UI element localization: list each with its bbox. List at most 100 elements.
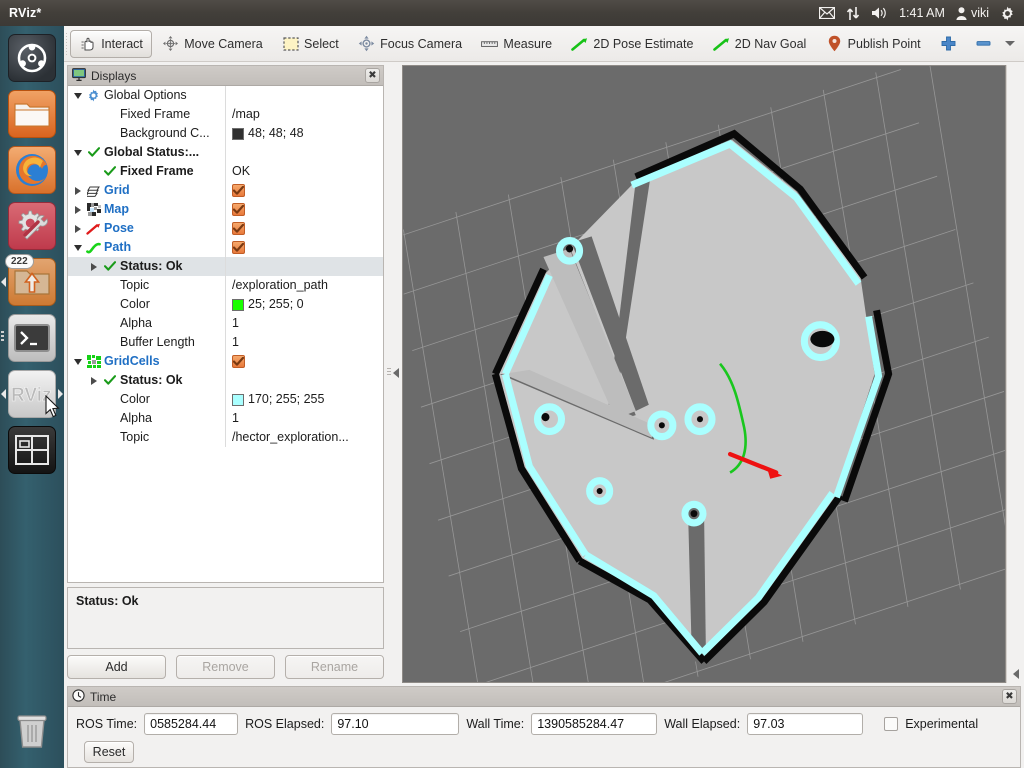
panel-splitter[interactable]	[384, 62, 402, 683]
display-row-name-cell[interactable]: Path	[68, 238, 226, 257]
ros-time-input[interactable]: 0585284.44	[144, 713, 239, 735]
time-close-icon[interactable]: ✖	[1002, 689, 1017, 704]
display-row-name-cell[interactable]: Topic	[68, 428, 226, 447]
display-row-value-cell[interactable]	[226, 184, 383, 197]
display-row-value-cell[interactable]: /exploration_path	[226, 276, 383, 295]
experimental-checkbox[interactable]	[884, 717, 899, 731]
3d-view[interactable]	[402, 65, 1006, 683]
gear-icon[interactable]	[1000, 6, 1015, 21]
expand-toggle-icon[interactable]	[72, 205, 83, 214]
display-row-status-ok[interactable]: Status: Ok	[68, 257, 383, 276]
display-row-name-cell[interactable]: Color	[68, 390, 226, 409]
tool-move-camera[interactable]: Move Camera	[153, 30, 272, 58]
display-row-value-cell[interactable]: 1	[226, 333, 383, 352]
display-row-value-cell[interactable]: 170; 255; 255	[226, 390, 383, 409]
display-row-buffer-length[interactable]: Buffer Length 1	[68, 333, 383, 352]
display-row-color[interactable]: Color 170; 255; 255	[68, 390, 383, 409]
display-row-value-cell[interactable]: /hector_exploration...	[226, 428, 383, 447]
display-row-alpha[interactable]: Alpha 1	[68, 314, 383, 333]
collapse-left-arrow-icon[interactable]	[393, 367, 399, 378]
expand-toggle-icon[interactable]	[72, 224, 83, 233]
launcher-item-software-updater[interactable]: 222	[1, 254, 56, 306]
ros-elapsed-input[interactable]: 97.10	[331, 713, 460, 735]
expand-toggle-icon[interactable]	[72, 244, 83, 251]
volume-icon[interactable]	[871, 6, 888, 20]
display-row-map[interactable]: Map	[68, 200, 383, 219]
color-swatch[interactable]	[232, 127, 244, 140]
expand-toggle-icon[interactable]	[72, 149, 83, 156]
display-row-value-cell[interactable]	[226, 203, 383, 216]
mail-icon[interactable]	[819, 7, 836, 19]
display-row-value-cell[interactable]	[226, 222, 383, 235]
right-dock-rail[interactable]	[1006, 65, 1024, 683]
tool-2d-nav-goal[interactable]: 2D Nav Goal	[704, 30, 816, 58]
tool-focus-camera[interactable]: Focus Camera	[349, 30, 471, 58]
expand-toggle-icon[interactable]	[88, 262, 99, 271]
display-row-pose[interactable]: Pose	[68, 219, 383, 238]
rename-button[interactable]: Rename	[285, 655, 384, 679]
tool-measure[interactable]: Measure	[472, 30, 561, 58]
display-row-name-cell[interactable]: Topic	[68, 276, 226, 295]
launcher-item-firefox[interactable]	[8, 146, 56, 194]
display-row-name-cell[interactable]: Global Status:...	[68, 143, 226, 162]
display-row-value-cell[interactable]: 1	[226, 314, 383, 333]
add-button[interactable]: Add	[67, 655, 166, 679]
display-row-name-cell[interactable]: Grid	[68, 181, 226, 200]
expand-toggle-icon[interactable]	[72, 186, 83, 195]
launcher-item-files[interactable]	[8, 90, 56, 138]
display-row-global-status[interactable]: Global Status:...	[68, 143, 383, 162]
display-enabled-checkbox[interactable]	[232, 241, 245, 254]
display-row-name-cell[interactable]: Map	[68, 200, 226, 219]
display-enabled-checkbox[interactable]	[232, 222, 245, 235]
display-row-name-cell[interactable]: Background C...	[68, 124, 226, 143]
display-row-grid[interactable]: Grid	[68, 181, 383, 200]
expand-toggle-icon[interactable]	[88, 376, 99, 385]
toolbar-drag-handle[interactable]	[66, 32, 68, 55]
toolbar-add-tool-button[interactable]	[931, 30, 966, 58]
displays-tree[interactable]: Global Options Fixed Frame/map Background …	[68, 86, 383, 582]
display-row-name-cell[interactable]: Alpha	[68, 314, 226, 333]
expand-toggle-icon[interactable]	[72, 358, 83, 365]
launcher-item-system-settings[interactable]	[8, 202, 56, 250]
display-row-fixed-frame[interactable]: Fixed Frame/map	[68, 105, 383, 124]
display-row-name-cell[interactable]: Status: Ok	[68, 257, 226, 276]
launcher-item-workspace-switcher[interactable]	[8, 426, 56, 474]
display-row-name-cell[interactable]: Fixed Frame	[68, 162, 226, 181]
launcher-item-rviz[interactable]: RViz	[1, 370, 63, 418]
display-row-path[interactable]: Path	[68, 238, 383, 257]
wall-elapsed-input[interactable]: 97.03	[747, 713, 864, 735]
display-row-name-cell[interactable]: Status: Ok	[68, 371, 226, 390]
display-row-name-cell[interactable]: GridCells	[68, 352, 226, 371]
chevron-down-icon[interactable]	[1004, 41, 1015, 46]
display-row-name-cell[interactable]: Global Options	[68, 86, 226, 105]
tool-2d-pose-estimate[interactable]: 2D Pose Estimate	[562, 30, 702, 58]
display-row-value-cell[interactable]: /map	[226, 105, 383, 124]
toolbar-remove-tool-button[interactable]	[966, 30, 1024, 58]
wall-time-input[interactable]: 1390585284.47	[531, 713, 658, 735]
launcher-item-terminal[interactable]	[1, 314, 56, 362]
display-row-topic[interactable]: Topic/hector_exploration...	[68, 428, 383, 447]
display-enabled-checkbox[interactable]	[232, 184, 245, 197]
tool-select[interactable]: Select	[273, 30, 348, 58]
display-enabled-checkbox[interactable]	[232, 203, 245, 216]
display-row-value-cell[interactable]	[226, 355, 383, 368]
tool-publish-point[interactable]: Publish Point	[817, 30, 930, 58]
display-row-topic[interactable]: Topic/exploration_path	[68, 276, 383, 295]
display-row-gridcells[interactable]: GridCells	[68, 352, 383, 371]
display-row-value-cell[interactable]	[226, 241, 383, 254]
display-row-status-ok[interactable]: Status: Ok	[68, 371, 383, 390]
display-row-name-cell[interactable]: Buffer Length	[68, 333, 226, 352]
display-row-alpha[interactable]: Alpha 1	[68, 409, 383, 428]
collapse-right-arrow-icon[interactable]	[1012, 669, 1019, 679]
display-row-name-cell[interactable]: Color	[68, 295, 226, 314]
display-row-fixed-frame[interactable]: Fixed Frame OK	[68, 162, 383, 181]
display-row-name-cell[interactable]: Fixed Frame	[68, 105, 226, 124]
display-row-name-cell[interactable]: Pose	[68, 219, 226, 238]
launcher-item-trash[interactable]	[8, 706, 56, 754]
clock[interactable]: 1:41 AM	[899, 6, 945, 20]
display-row-value-cell[interactable]: OK	[226, 162, 383, 181]
user-menu[interactable]: viki	[956, 6, 989, 20]
launcher-item-ubuntu-dash[interactable]	[8, 34, 56, 82]
splitter-grip[interactable]	[387, 368, 391, 377]
network-icon[interactable]	[846, 6, 860, 21]
